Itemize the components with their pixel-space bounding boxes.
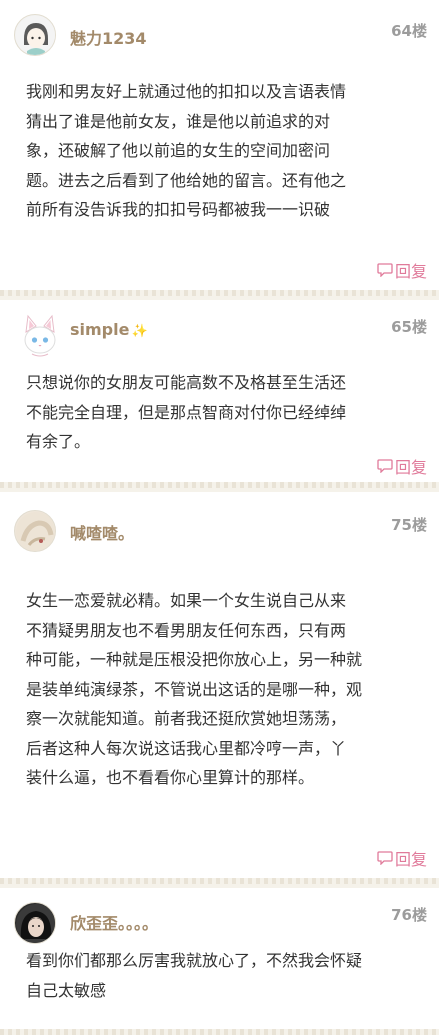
avatar[interactable] — [14, 902, 56, 944]
reply-label: 回复 — [394, 262, 427, 281]
speech-bubble-icon — [377, 851, 393, 865]
floor-number: 76楼 — [391, 906, 427, 924]
comment-line: 看到你们都那么厉害我就放心了，不然我会怀疑 — [26, 951, 363, 970]
floor-number: 65楼 — [391, 318, 427, 336]
comment-post: 欣歪歪。。。。 76楼 看到你们都那么厉害我就放心了，不然我会怀疑 自己太敏感 — [0, 888, 439, 1035]
comment-post: simple ✨ 65楼 只想说你的女朋友可能高数不及格甚至生活还 不能完全自理，… — [0, 300, 439, 488]
author-name[interactable]: 喊喳喳。 — [70, 520, 134, 544]
reply-label: 回复 — [394, 458, 427, 477]
reply-button[interactable]: 回复 — [377, 454, 427, 478]
comment-line: 不猜疑男朋友也不看男朋友任何东西，只有两 — [26, 620, 347, 640]
floor-number: 64楼 — [391, 22, 427, 40]
comment-text: 女生一恋爱就必精。如果一个女生说自己从来 不猜疑男朋友也不看男朋友任何东西，只有… — [26, 586, 421, 793]
comment-line: 有余了。 — [26, 432, 91, 451]
comment-text: 看到你们都那么厉害我就放心了，不然我会怀疑 自己太敏感 — [26, 946, 421, 1005]
sparkle-icon: ✨ — [131, 324, 148, 339]
comment-line: 是装单纯演绿茶，不管说出这话的是哪一种，观 — [26, 679, 363, 699]
comment-line: 象，还破解了他以前追的女生的空间加密问 — [26, 141, 331, 160]
comment-line: 自己太敏感 — [26, 980, 107, 1000]
comment-line: 前所有没告诉我的扣扣号码都被我一一识破 — [26, 200, 331, 219]
comment-line: 猜出了谁是他前女友，谁是他以前追求的对 — [26, 111, 331, 131]
comment-text: 我刚和男友好上就通过他的扣扣以及言语表情 猜出了谁是他前女友，谁是他以前追求的对… — [26, 77, 421, 225]
comment-post: 魅力1234 64楼 我刚和男友好上就通过他的扣扣以及言语表情 猜出了谁是他前女… — [0, 0, 439, 296]
comment-line: 我刚和男友好上就通过他的扣扣以及言语表情 — [26, 82, 347, 101]
avatar[interactable] — [14, 14, 56, 56]
author-name[interactable]: simple ✨ — [70, 320, 148, 339]
comment-line: 只想说你的女朋友可能高数不及格甚至生活还 — [26, 373, 347, 392]
comment-line: 装什么逼，也不看看你心里算计的那样。 — [26, 768, 315, 787]
comment-line: 题。进去之后看到了他给她的留言。还有他之 — [26, 170, 347, 190]
speech-bubble-icon — [377, 459, 393, 473]
speech-bubble-icon — [377, 263, 393, 277]
reply-label: 回复 — [394, 850, 427, 869]
author-name[interactable]: 欣歪歪。。。。 — [70, 910, 158, 934]
author-name-text: simple — [70, 320, 130, 339]
comment-text: 只想说你的女朋友可能高数不及格甚至生活还 不能完全自理，但是那点智商对付你已经绰… — [26, 368, 421, 457]
comment-line: 种可能，一种就是压根没把你放心上，另一种就 — [26, 650, 363, 669]
comment-post: 喊喳喳。 75楼 女生一恋爱就必精。如果一个女生说自己从来 不猜疑男朋友也不看男… — [0, 492, 439, 884]
comment-line: 察一次就能知道。前者我还挺欣赏她坦荡荡， — [26, 709, 347, 728]
avatar[interactable] — [14, 510, 56, 552]
comment-thread: 魅力1234 64楼 我刚和男友好上就通过他的扣扣以及言语表情 猜出了谁是他前女… — [0, 0, 439, 1035]
reply-button[interactable]: 回复 — [377, 258, 427, 282]
comment-line: 后者这种人每次说这话我心里都冷哼一声，丫 — [26, 738, 347, 758]
comment-line: 女生一恋爱就必精。如果一个女生说自己从来 — [26, 591, 347, 610]
author-name[interactable]: 魅力1234 — [70, 25, 147, 49]
avatar[interactable] — [20, 314, 60, 358]
reply-button[interactable]: 回复 — [377, 846, 427, 870]
comment-line: 不能完全自理，但是那点智商对付你已经绰绰 — [26, 402, 347, 422]
floor-number: 75楼 — [391, 516, 427, 534]
